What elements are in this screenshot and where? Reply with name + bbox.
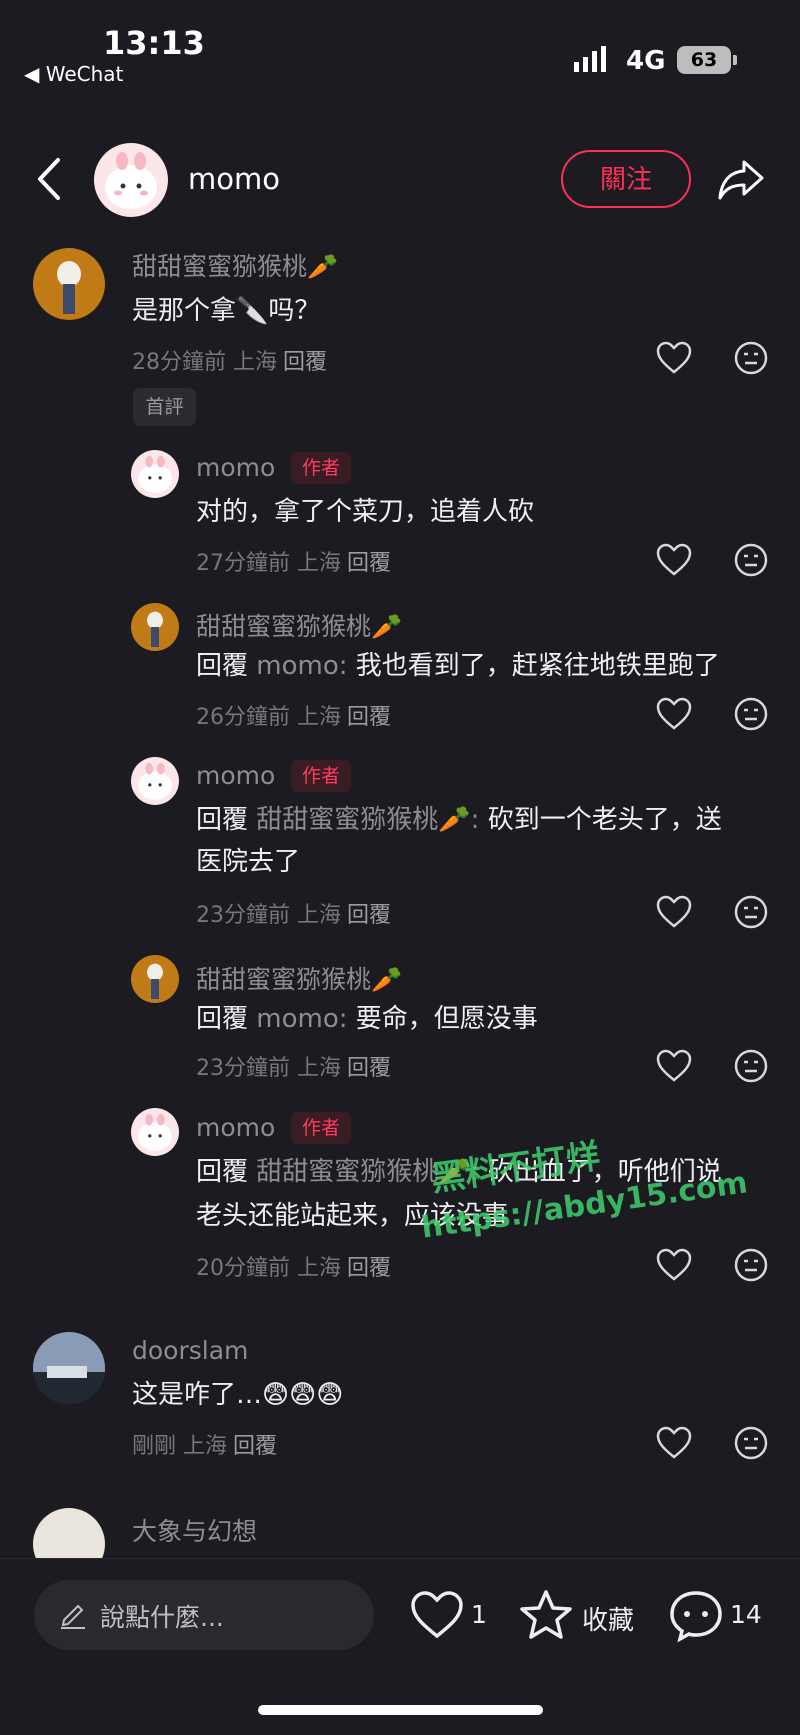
comment-bubble-icon[interactable] (668, 1588, 724, 1642)
comment-text: 对的，拿了个菜刀，追着人砍 (196, 497, 535, 527)
comment-text: 这是咋了…😨😨😨 (132, 1380, 344, 1410)
reply-button[interactable]: 回覆 (347, 1056, 391, 1081)
cartoon-avatar-icon (138, 762, 172, 800)
emoji-reaction-icon[interactable] (733, 1426, 769, 1460)
comment-username[interactable]: momo (196, 453, 275, 482)
plush-avatar-icon (147, 963, 163, 999)
avatar[interactable] (131, 1108, 179, 1156)
reply-prefix: 回覆 (196, 651, 249, 681)
avatar[interactable] (33, 1332, 105, 1404)
cartoon-avatar-icon (105, 152, 157, 209)
heart-icon[interactable] (656, 341, 692, 375)
reply-prefix: 回覆 (196, 1004, 249, 1034)
avatar[interactable] (131, 603, 179, 651)
heart-icon[interactable] (656, 543, 692, 577)
reply-to-user[interactable]: momo: (256, 1004, 347, 1034)
heart-icon[interactable] (656, 1248, 692, 1282)
emoji-reaction-icon[interactable] (733, 543, 769, 577)
comment-text: 要命，但愿没事 (355, 1004, 538, 1034)
comment-text: 我也看到了，赶紧往地铁里跑了 (355, 651, 720, 681)
comment-username[interactable]: momo (196, 761, 275, 790)
reply-prefix: 回覆 (196, 1157, 249, 1187)
network-label: 4G (626, 46, 666, 76)
emoji-reaction-icon[interactable] (733, 895, 769, 929)
comment-meta: 20分鐘前 上海 回覆 (196, 1250, 391, 1282)
reply-button[interactable]: 回覆 (283, 350, 327, 375)
share-icon[interactable] (716, 156, 766, 202)
comment-time: 23分鐘前 上海 (196, 903, 341, 928)
plush-avatar-icon (147, 611, 163, 647)
reply-button[interactable]: 回覆 (233, 1434, 277, 1459)
comment-count: 14 (730, 1600, 762, 1629)
battery-icon: 63 (677, 46, 737, 74)
like-count: 1 (471, 1600, 487, 1629)
reply-to-user[interactable]: momo: (256, 651, 347, 681)
reply-button[interactable]: 回覆 (347, 551, 391, 576)
like-heart-icon[interactable] (410, 1590, 464, 1640)
plush-avatar-icon (57, 261, 81, 314)
emoji-reaction-icon[interactable] (733, 1248, 769, 1282)
cartoon-avatar-icon (138, 455, 172, 493)
comment-meta: 23分鐘前 上海 回覆 (196, 1050, 391, 1082)
comment-meta: 28分鐘前 上海 回覆 (132, 344, 327, 376)
first-comment-badge: 首評 (133, 388, 196, 426)
comment-meta: 23分鐘前 上海 回覆 (196, 897, 391, 929)
heart-icon[interactable] (656, 1426, 692, 1460)
emoji-reaction-icon[interactable] (733, 1049, 769, 1083)
comment-meta: 剛剛 上海 回覆 (132, 1428, 277, 1460)
comment-text-line: 回覆 momo: 我也看到了，赶紧往地铁里跑了 (196, 642, 720, 690)
comment-username[interactable]: 甜甜蜜蜜猕猴桃🥕 (196, 607, 402, 643)
comment-username[interactable]: 甜甜蜜蜜猕猴桃🥕 (196, 960, 402, 996)
star-icon[interactable] (518, 1588, 574, 1642)
status-time: 13:13 (103, 24, 205, 62)
heart-icon[interactable] (656, 697, 692, 731)
author-name[interactable]: momo (188, 162, 280, 196)
comment-meta: 26分鐘前 上海 回覆 (196, 699, 391, 731)
comment-meta: 27分鐘前 上海 回覆 (196, 545, 391, 577)
collect-label[interactable]: 收藏 (582, 1600, 634, 1637)
back-arrow-icon[interactable] (30, 154, 70, 204)
author-badge: 作者 (291, 760, 352, 792)
photo-avatar-icon (33, 1332, 105, 1404)
comment-text: 医院去了 (196, 847, 301, 877)
comment-time: 27分鐘前 上海 (196, 551, 341, 576)
reply-prefix: 回覆 (196, 805, 249, 835)
cartoon-avatar-icon (138, 1113, 172, 1151)
pencil-icon (61, 1604, 85, 1629)
comment-time: 20分鐘前 上海 (196, 1256, 341, 1281)
reply-button[interactable]: 回覆 (347, 903, 391, 928)
back-to-app-link[interactable]: ◀ WeChat (24, 62, 123, 86)
comment-text-line: 回覆 甜甜蜜蜜猕猴桃🥕: 砍到一个老头了，送 (196, 796, 722, 844)
comment-text: 是那个拿🔪吗？ (132, 296, 321, 326)
reply-button[interactable]: 回覆 (347, 705, 391, 730)
comment-time: 23分鐘前 上海 (196, 1056, 341, 1081)
home-indicator[interactable] (258, 1705, 543, 1715)
follow-button[interactable]: 關注 (561, 150, 691, 208)
avatar[interactable] (131, 757, 179, 805)
author-badge: 作者 (291, 452, 352, 484)
avatar[interactable] (131, 955, 179, 1003)
author-avatar[interactable] (94, 143, 168, 217)
comment-time: 26分鐘前 上海 (196, 705, 341, 730)
signal-icon (574, 46, 606, 72)
emoji-reaction-icon[interactable] (733, 697, 769, 731)
heart-icon[interactable] (656, 1049, 692, 1083)
author-badge: 作者 (291, 1112, 352, 1144)
comment-text-line: 回覆 momo: 要命，但愿没事 (196, 995, 538, 1043)
comment-username[interactable]: 甜甜蜜蜜猕猴桃🥕 (132, 247, 338, 283)
comment-username[interactable]: 大象与幻想 (132, 1512, 257, 1548)
heart-icon[interactable] (656, 895, 692, 929)
emoji-reaction-icon[interactable] (733, 341, 769, 375)
comment-time: 28分鐘前 上海 (132, 350, 277, 375)
comment-username[interactable]: momo (196, 1113, 275, 1142)
avatar[interactable] (131, 450, 179, 498)
comment-username[interactable]: doorslam (132, 1336, 248, 1365)
reply-button[interactable]: 回覆 (347, 1256, 391, 1281)
comment-time: 剛剛 上海 (132, 1434, 227, 1459)
avatar[interactable] (33, 248, 105, 320)
reply-to-user[interactable]: 甜甜蜜蜜猕猴桃🥕: (256, 805, 479, 835)
comment-text: 砍到一个老头了，送 (487, 805, 722, 835)
comment-input-placeholder[interactable]: 說點什麼... (100, 1598, 224, 1634)
